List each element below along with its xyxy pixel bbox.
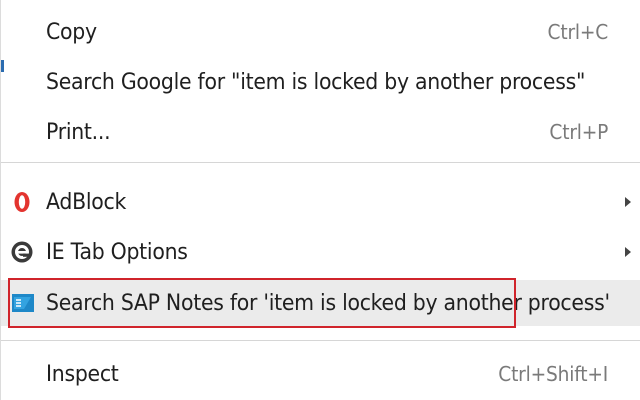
menu-item-search-google[interactable]: Search Google for "item is locked by ano… [1,60,640,104]
menu-item-label: Print... [46,119,111,145]
menu-item-label: Search Google for "item is locked by ano… [46,69,586,95]
ie-tab-icon [11,241,33,263]
menu-item-adblock[interactable]: AdBlock [1,180,640,224]
highlight-box [8,278,516,328]
menu-item-label: Copy [46,19,97,45]
menu-item-shortcut: Ctrl+C [547,20,608,44]
menu-separator [1,340,640,341]
menu-separator [1,162,640,163]
menu-item-label: IE Tab Options [46,239,188,265]
menu-item-copy[interactable]: Copy Ctrl+C [1,10,640,54]
menu-item-shortcut: Ctrl+P [549,120,608,144]
submenu-arrow-icon [625,197,631,207]
menu-item-print[interactable]: Print... Ctrl+P [1,110,640,154]
adblock-icon [14,192,30,212]
menu-item-inspect[interactable]: Inspect Ctrl+Shift+I [1,352,640,396]
menu-item-shortcut: Ctrl+Shift+I [498,362,608,386]
context-menu: Copy Ctrl+C Search Google for "item is l… [0,0,640,400]
menu-item-label: Inspect [46,361,119,387]
menu-item-ie-tab-options[interactable]: IE Tab Options [1,230,640,274]
submenu-arrow-icon [625,247,631,257]
menu-item-label: AdBlock [46,189,127,215]
